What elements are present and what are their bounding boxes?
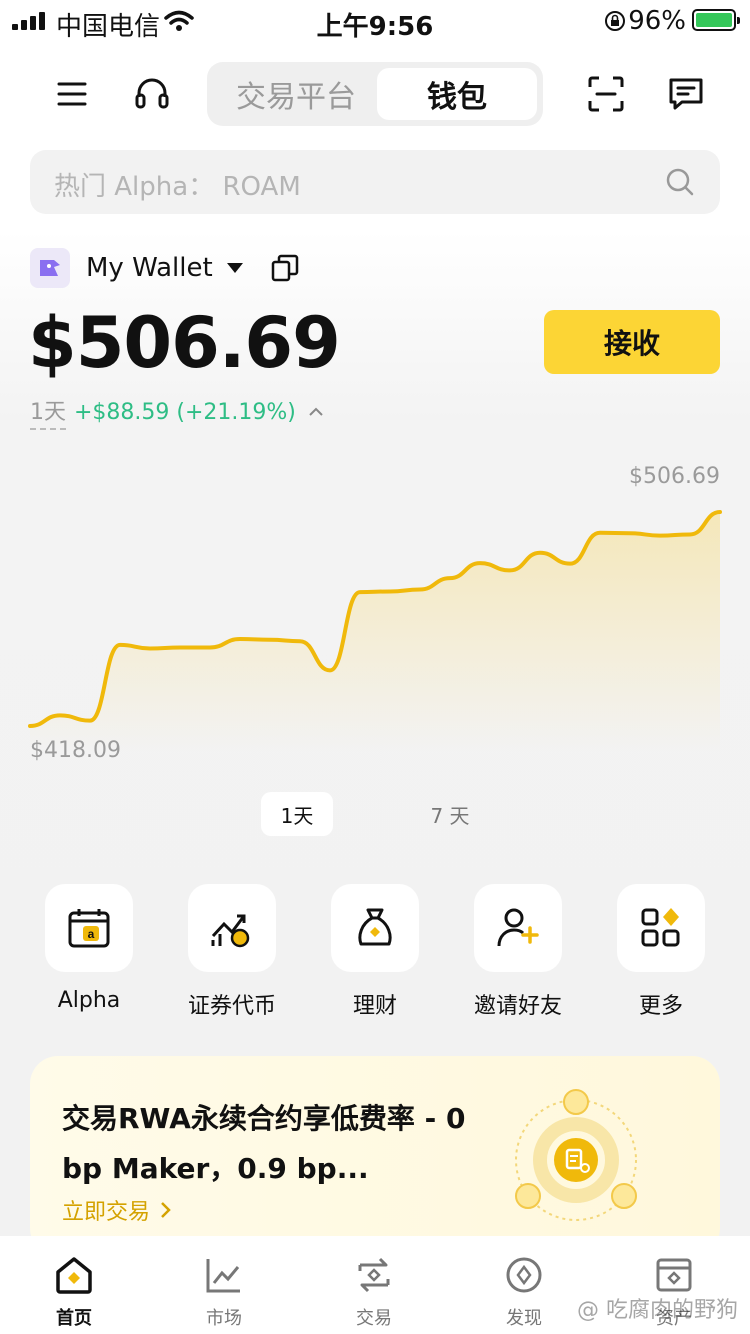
tab-home[interactable]: 首页	[24, 1252, 124, 1330]
tab-label: 交易	[356, 1308, 392, 1329]
wallet-selector[interactable]: My Wallet	[30, 248, 299, 288]
discover-compass-icon	[506, 1257, 542, 1293]
stock-token-icon	[211, 914, 250, 948]
wallet-name: My Wallet	[86, 253, 213, 283]
receive-button[interactable]: 接收	[544, 310, 720, 374]
tab-wallet[interactable]: 钱包	[377, 68, 537, 120]
quick-action-invite[interactable]: 邀请好友	[474, 884, 562, 1019]
chart-max-label: $506.69	[629, 464, 720, 489]
range-1d-button[interactable]: 1天	[261, 792, 333, 836]
quick-action-stock-token[interactable]: 证券代币	[188, 884, 276, 1019]
wallet-assets-icon	[656, 1258, 692, 1292]
change-period[interactable]: 1天	[30, 394, 66, 430]
chevron-down-icon	[226, 263, 243, 273]
change-value: +$88.59 (+21.19%)	[74, 399, 296, 425]
chart-area	[30, 511, 720, 752]
balance-change[interactable]: 1天 +$88.59 (+21.19%)	[30, 394, 324, 430]
promo-title: 交易RWA永续合约享低费率 - 0 bp Maker，0.9 bp...	[62, 1102, 466, 1185]
tab-trade[interactable]: 交易	[324, 1252, 424, 1330]
tab-market[interactable]: 市场	[174, 1252, 274, 1330]
range-7d-button[interactable]: 7 天	[414, 792, 486, 836]
tab-label: 首页	[56, 1308, 92, 1329]
watermark: @ 吃腐肉的野狗	[577, 1298, 738, 1323]
mode-switch: 交易平台 钱包	[207, 62, 543, 126]
quick-action-label: 更多	[638, 994, 683, 1019]
copy-icon[interactable]	[271, 254, 299, 282]
chevron-up-icon[interactable]	[308, 406, 324, 418]
scan-icon[interactable]	[584, 72, 628, 116]
quick-action-more[interactable]: 更多	[617, 884, 705, 1019]
search-icon[interactable]	[666, 168, 694, 196]
money-bag-icon	[358, 908, 392, 946]
status-bar: 中国电信 上午9:56 96%	[0, 0, 750, 42]
balance-chart	[28, 509, 722, 752]
tab-label: 发现	[506, 1308, 542, 1329]
quick-action-alpha[interactable]: a Alpha	[45, 884, 133, 1013]
svg-text:a: a	[88, 927, 95, 941]
tab-label: 市场	[206, 1308, 242, 1329]
chart-min-label: $418.09	[30, 738, 121, 763]
promo-cta-label: 立即交易	[62, 1200, 151, 1225]
invite-friend-icon	[497, 908, 539, 947]
home-icon	[56, 1257, 92, 1294]
promo-illustration	[515, 1089, 637, 1221]
rotation-lock-icon	[605, 11, 625, 31]
headset-support-icon[interactable]	[130, 72, 174, 116]
message-icon[interactable]	[664, 72, 708, 116]
search-bar[interactable]: 热门 Alpha： ROAM	[30, 150, 720, 214]
tab-exchange[interactable]: 交易平台	[215, 68, 377, 120]
promo-cta-link[interactable]: 立即交易	[62, 1194, 172, 1226]
battery-icon	[692, 9, 740, 31]
tab-discover[interactable]: 发现	[474, 1252, 574, 1330]
market-chart-icon	[206, 1259, 240, 1293]
trade-swap-icon	[358, 1257, 390, 1293]
more-grid-icon	[641, 908, 680, 947]
wallet-balance: $506.69	[28, 302, 341, 384]
alpha-calendar-icon: a	[68, 909, 110, 948]
promo-banner[interactable]: 交易RWA永续合约享低费率 - 0 bp Maker，0.9 bp... 立即交…	[30, 1056, 720, 1256]
battery-percent: 96%	[628, 6, 686, 36]
wallet-logo-icon	[30, 248, 70, 288]
search-placeholder: 热门 Alpha： ROAM	[54, 172, 301, 202]
quick-action-finance[interactable]: 理财	[331, 884, 419, 1019]
menu-icon[interactable]	[52, 74, 92, 114]
chevron-right-icon	[161, 1202, 171, 1218]
